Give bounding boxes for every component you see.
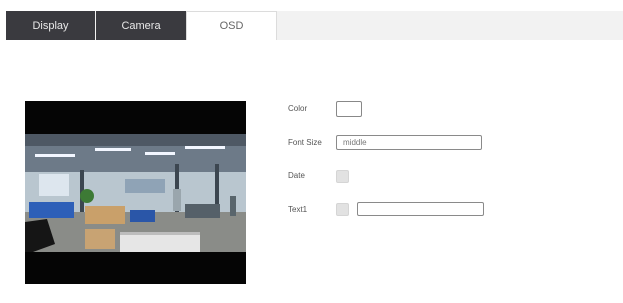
tab-bar: Display Camera OSD — [6, 11, 623, 40]
date-checkbox[interactable] — [336, 170, 349, 183]
font-size-label: Font Size — [288, 138, 322, 147]
tab-osd[interactable]: OSD — [186, 11, 277, 40]
camera-preview — [25, 101, 246, 284]
color-picker[interactable] — [336, 101, 362, 117]
text1-label: Text1 — [288, 205, 308, 214]
font-size-select[interactable]: middle — [336, 135, 482, 150]
date-label: Date — [288, 171, 305, 180]
tab-camera[interactable]: Camera — [96, 11, 186, 40]
color-label: Color — [288, 104, 308, 113]
text1-checkbox[interactable] — [336, 203, 349, 216]
office-scene-image — [25, 134, 246, 252]
text1-input[interactable] — [357, 202, 484, 216]
tab-display[interactable]: Display — [6, 11, 95, 40]
